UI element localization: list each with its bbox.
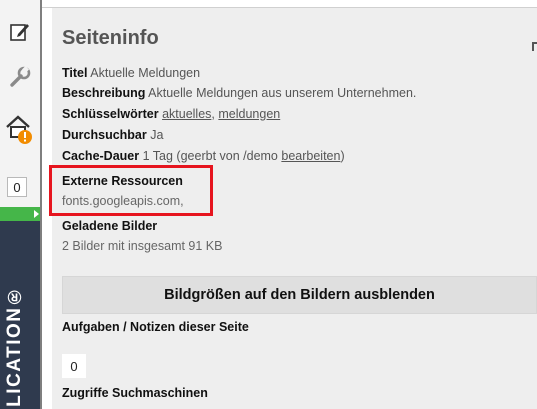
tool-rail: 0 LICATION® (0, 0, 40, 409)
bilder-value: 2 Bilder mit insgesamt 91 KB (62, 239, 223, 253)
cache-close: ) (340, 149, 345, 163)
meta-durchsuchbar: Durchsuchbar Ja (62, 128, 163, 142)
cache-edit-link[interactable]: bearbeiten (281, 149, 340, 163)
schluessel-label: Schlüsselwörter (62, 107, 159, 121)
meta-titel: Titel Aktuelle Meldungen (62, 66, 200, 80)
durchsuchbar-label: Durchsuchbar (62, 128, 147, 142)
search-heading: Zugriffe Suchmaschinen (62, 386, 208, 400)
screen: 0 LICATION® Seiteninfo Titel Aktuelle Me… (0, 0, 537, 409)
home-warning-icon[interactable] (0, 110, 40, 150)
durchsuchbar-value: Ja (150, 128, 164, 142)
cache-value: 1 Tag (geerbt von /demo (142, 149, 278, 163)
bilder-heading: Geladene Bilder (62, 219, 158, 233)
beschreibung-label: Beschreibung (62, 86, 146, 100)
notes-count[interactable]: 0 (62, 354, 86, 378)
edit-icon[interactable] (0, 12, 40, 52)
meta-cache-dauer: Cache-Dauer 1 Tag (geerbt von /demo bear… (62, 149, 345, 163)
meta-schluesselwoerter: Schlüsselwörter aktuelles, meldungen (62, 107, 280, 121)
hide-image-sizes-button[interactable]: Bildgrößen auf den Bildern ausblenden (62, 276, 537, 314)
brand-strip: LICATION® (0, 221, 40, 409)
notes-heading: Aufgaben / Notizen dieser Seite (62, 320, 249, 334)
panel-title: Seiteninfo (62, 27, 159, 49)
highlight-box (49, 165, 213, 216)
cache-label: Cache-Dauer (62, 149, 140, 163)
meta-beschreibung: Beschreibung Aktuelle Meldungen aus unse… (62, 86, 416, 100)
panel-corner-icon[interactable] (532, 42, 537, 51)
keyword-link-aktuelles[interactable]: aktuelles (162, 107, 211, 121)
keyword-separator: , (211, 107, 215, 121)
rail-count-field[interactable]: 0 (7, 177, 27, 197)
titel-label: Titel (62, 66, 88, 80)
beschreibung-value: Aktuelle Meldungen aus unserem Unternehm… (148, 86, 417, 100)
arrow-right-icon (34, 210, 39, 218)
wrench-icon[interactable] (0, 58, 40, 98)
titel-value: Aktuelle Meldungen (90, 66, 201, 80)
keyword-link-meldungen[interactable]: meldungen (218, 107, 280, 121)
expand-toggle[interactable] (0, 207, 40, 221)
brand-vertical-text: LICATION® (4, 284, 25, 407)
